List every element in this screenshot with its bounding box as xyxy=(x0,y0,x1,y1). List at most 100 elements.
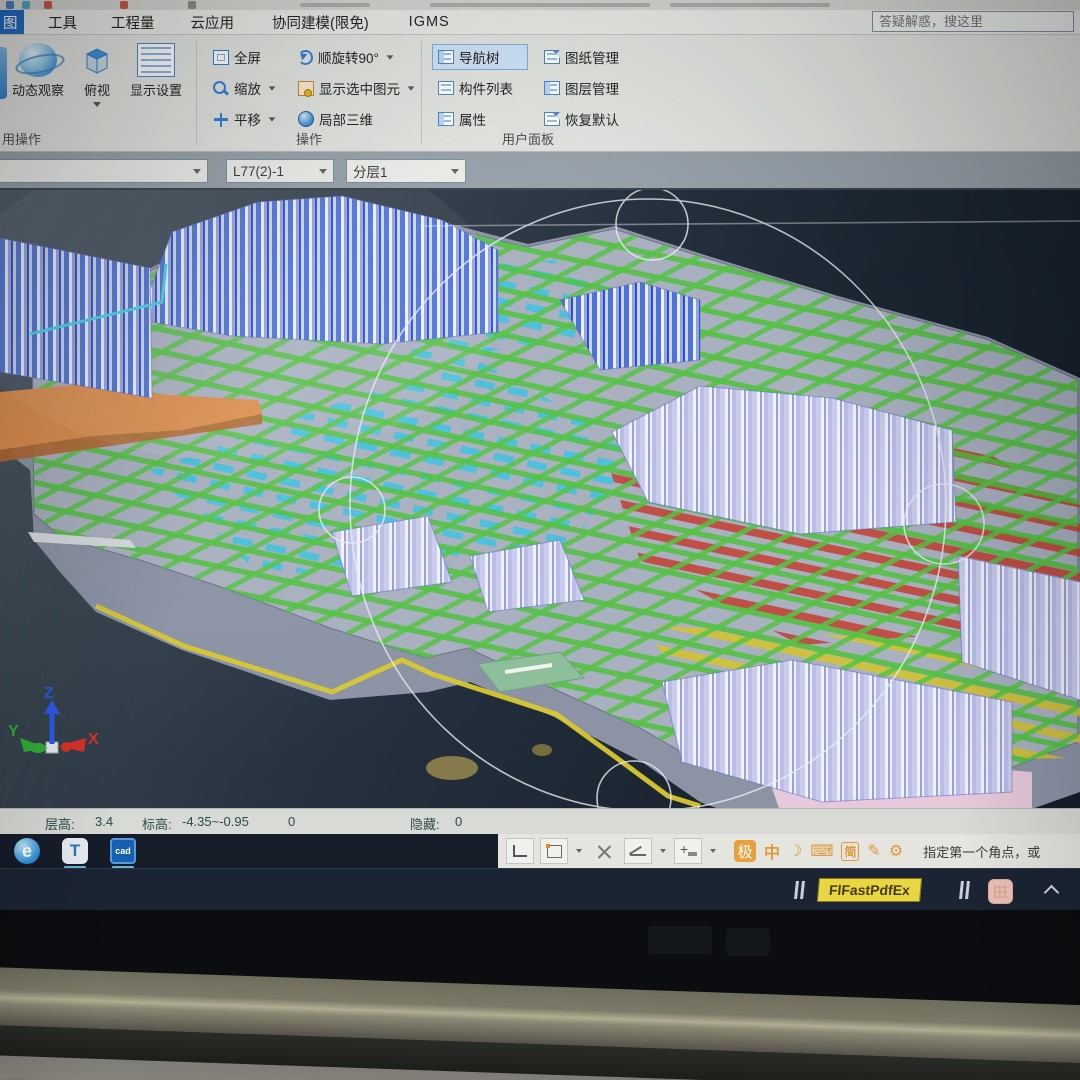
ime-mode-chinese[interactable]: 中 xyxy=(764,839,780,863)
ime-simplified[interactable]: 简 xyxy=(841,842,859,861)
svg-text:Y: Y xyxy=(8,723,19,740)
quick-access-icon[interactable] xyxy=(22,1,30,9)
cross-icon[interactable] xyxy=(590,838,618,864)
pan-cross-icon xyxy=(213,112,229,127)
ribbon-group-operations: 全屏 顺旋转90° 缩放 显示选中图元 xyxy=(197,35,421,151)
quick-access-icon[interactable] xyxy=(120,1,128,9)
layer-select[interactable]: 分层1 xyxy=(346,159,466,183)
ime-logo-icon[interactable]: 极 xyxy=(734,840,756,862)
group-label: 操作 xyxy=(197,129,421,148)
hidden-label: 隐藏: xyxy=(410,814,440,833)
plus-line-icon[interactable] xyxy=(674,838,702,864)
nav-tree-button[interactable]: 导航树 xyxy=(432,44,528,70)
tray-app-icon[interactable] xyxy=(988,879,1013,904)
help-search-input[interactable] xyxy=(872,11,1074,32)
zoom-button[interactable]: 缩放 xyxy=(207,75,282,101)
top-view-button[interactable]: 俯视 xyxy=(78,43,116,107)
ime-pen-icon[interactable]: ✎ xyxy=(867,841,880,861)
ribbon-group-common-ops: 动态观察 俯视 显示设置 用操作 xyxy=(0,35,196,151)
layer-manage-button[interactable]: 图层管理 xyxy=(538,75,634,101)
component-list-button[interactable]: 构件列表 xyxy=(432,75,528,101)
tab-tools[interactable]: 工具 xyxy=(48,10,77,34)
chevron-down-icon[interactable] xyxy=(93,102,101,107)
orbit-button[interactable]: 动态观察 xyxy=(12,43,64,99)
chevron-down-icon[interactable] xyxy=(387,55,394,59)
floor-select[interactable]: L77(2)-1 xyxy=(226,159,334,183)
ortho-icon[interactable] xyxy=(506,838,534,864)
rotate-cw-icon xyxy=(298,50,313,65)
tab-cloud[interactable]: 云应用 xyxy=(191,10,235,34)
clipped-combo[interactable] xyxy=(0,159,208,183)
quick-access-icon[interactable] xyxy=(6,1,14,9)
app-status-bar: 层高: 3.4 标高: -4.35~-0.95 0 隐藏: 0 xyxy=(0,808,1080,834)
taskbar-separator xyxy=(795,881,805,899)
t-app-taskbar-icon[interactable]: T xyxy=(62,838,88,864)
browser-taskbar-icon[interactable]: e xyxy=(14,838,40,864)
hidden-count: 0 xyxy=(455,814,462,829)
properties-panel-icon xyxy=(438,112,454,126)
show-selected-icon xyxy=(298,81,314,96)
window-title-smudge xyxy=(670,3,830,7)
angle-measure-icon[interactable] xyxy=(624,838,652,864)
model-3d-canvas: Z Y X xyxy=(0,190,1080,808)
drawing-manage-button[interactable]: 图纸管理 xyxy=(538,44,634,70)
floor-height-value: 3.4 xyxy=(95,814,113,829)
group-label: 用操作 xyxy=(0,129,196,148)
taskbar-separator xyxy=(960,881,970,899)
window-title-smudge xyxy=(430,3,650,7)
floor-height-label: 层高: xyxy=(45,814,75,833)
chevron-down-icon xyxy=(319,169,327,174)
chevron-down-icon[interactable] xyxy=(269,86,276,90)
svg-text:X: X xyxy=(88,731,99,748)
ribbon-group-user-panel: 导航树 图纸管理 构件列表 图层管理 属性 xyxy=(422,35,634,151)
monitor-photo: 图 工具 工程量 云应用 协同建模(限免) IGMS 动态观察 xyxy=(0,0,1080,1080)
ime-halfwidth-moon-icon[interactable]: ☽ xyxy=(788,841,802,861)
display-settings-button[interactable]: 显示设置 xyxy=(130,43,182,99)
snap-toolbar: 极 中 ☽ ⌨ 简 ✎ ⚙ 指定第一个角点，或 xyxy=(498,834,1080,868)
tab-quantities[interactable]: 工程量 xyxy=(111,10,155,34)
fullscreen-icon xyxy=(213,50,229,65)
orbit-sphere-icon xyxy=(19,43,57,77)
rect-draw-icon[interactable] xyxy=(540,838,568,864)
tab-igms[interactable]: IGMS xyxy=(409,10,450,34)
chevron-down-icon[interactable] xyxy=(269,117,276,121)
quick-access-icon[interactable] xyxy=(188,1,196,9)
ribbon: 动态观察 俯视 显示设置 用操作 xyxy=(0,35,1080,152)
bezel-logo-mark xyxy=(726,928,770,956)
tab-view-active[interactable]: 图 xyxy=(0,10,24,34)
chevron-down-icon xyxy=(193,169,201,174)
rotate-90-button[interactable]: 顺旋转90° xyxy=(292,44,421,70)
cube-icon xyxy=(78,43,116,77)
display-list-icon xyxy=(137,43,175,77)
chevron-down-icon[interactable] xyxy=(710,849,716,853)
ime-settings-gear-icon[interactable]: ⚙ xyxy=(889,841,903,861)
quick-access-icon[interactable] xyxy=(44,1,52,9)
tab-collab[interactable]: 协同建模(限免) xyxy=(272,10,369,34)
bottom-toolbar-row: e T cad 极 中 ☽ ⌨ 简 ✎ ⚙ xyxy=(0,834,1080,868)
drawing-sheet-icon xyxy=(544,50,560,64)
magnifier-icon xyxy=(213,81,229,96)
ime-keyboard-icon[interactable]: ⌨ xyxy=(810,841,833,861)
count-value: 0 xyxy=(288,814,295,829)
windows-taskbar: FlFastPdfEx xyxy=(0,868,1080,910)
chevron-down-icon[interactable] xyxy=(660,849,666,853)
chevron-down-icon[interactable] xyxy=(408,86,415,90)
nav-tree-icon xyxy=(438,50,454,64)
chevron-down-icon xyxy=(451,169,459,174)
group-label: 用户面板 xyxy=(422,129,634,148)
ucs-axis-tripod: Z Y X xyxy=(8,685,99,753)
window-title-smudge xyxy=(300,3,370,7)
svg-text:Z: Z xyxy=(44,685,54,702)
chevron-down-icon[interactable] xyxy=(576,849,582,853)
pdf-app-taskbar-item[interactable]: FlFastPdfEx xyxy=(817,878,922,902)
tan-blob xyxy=(532,744,552,756)
model-3d-viewport[interactable]: Z Y X xyxy=(0,190,1080,808)
cad-app-taskbar-icon[interactable]: cad xyxy=(110,838,136,864)
elevation-value: -4.35~-0.95 xyxy=(182,814,249,829)
elevation-label: 标高: xyxy=(142,814,172,833)
fullscreen-button[interactable]: 全屏 xyxy=(207,44,282,70)
show-hidden-icons-chevron[interactable] xyxy=(1044,885,1060,901)
local-3d-sphere-icon xyxy=(298,111,314,127)
show-selected-button[interactable]: 显示选中图元 xyxy=(292,75,421,101)
bezel-logo-mark xyxy=(648,926,712,954)
